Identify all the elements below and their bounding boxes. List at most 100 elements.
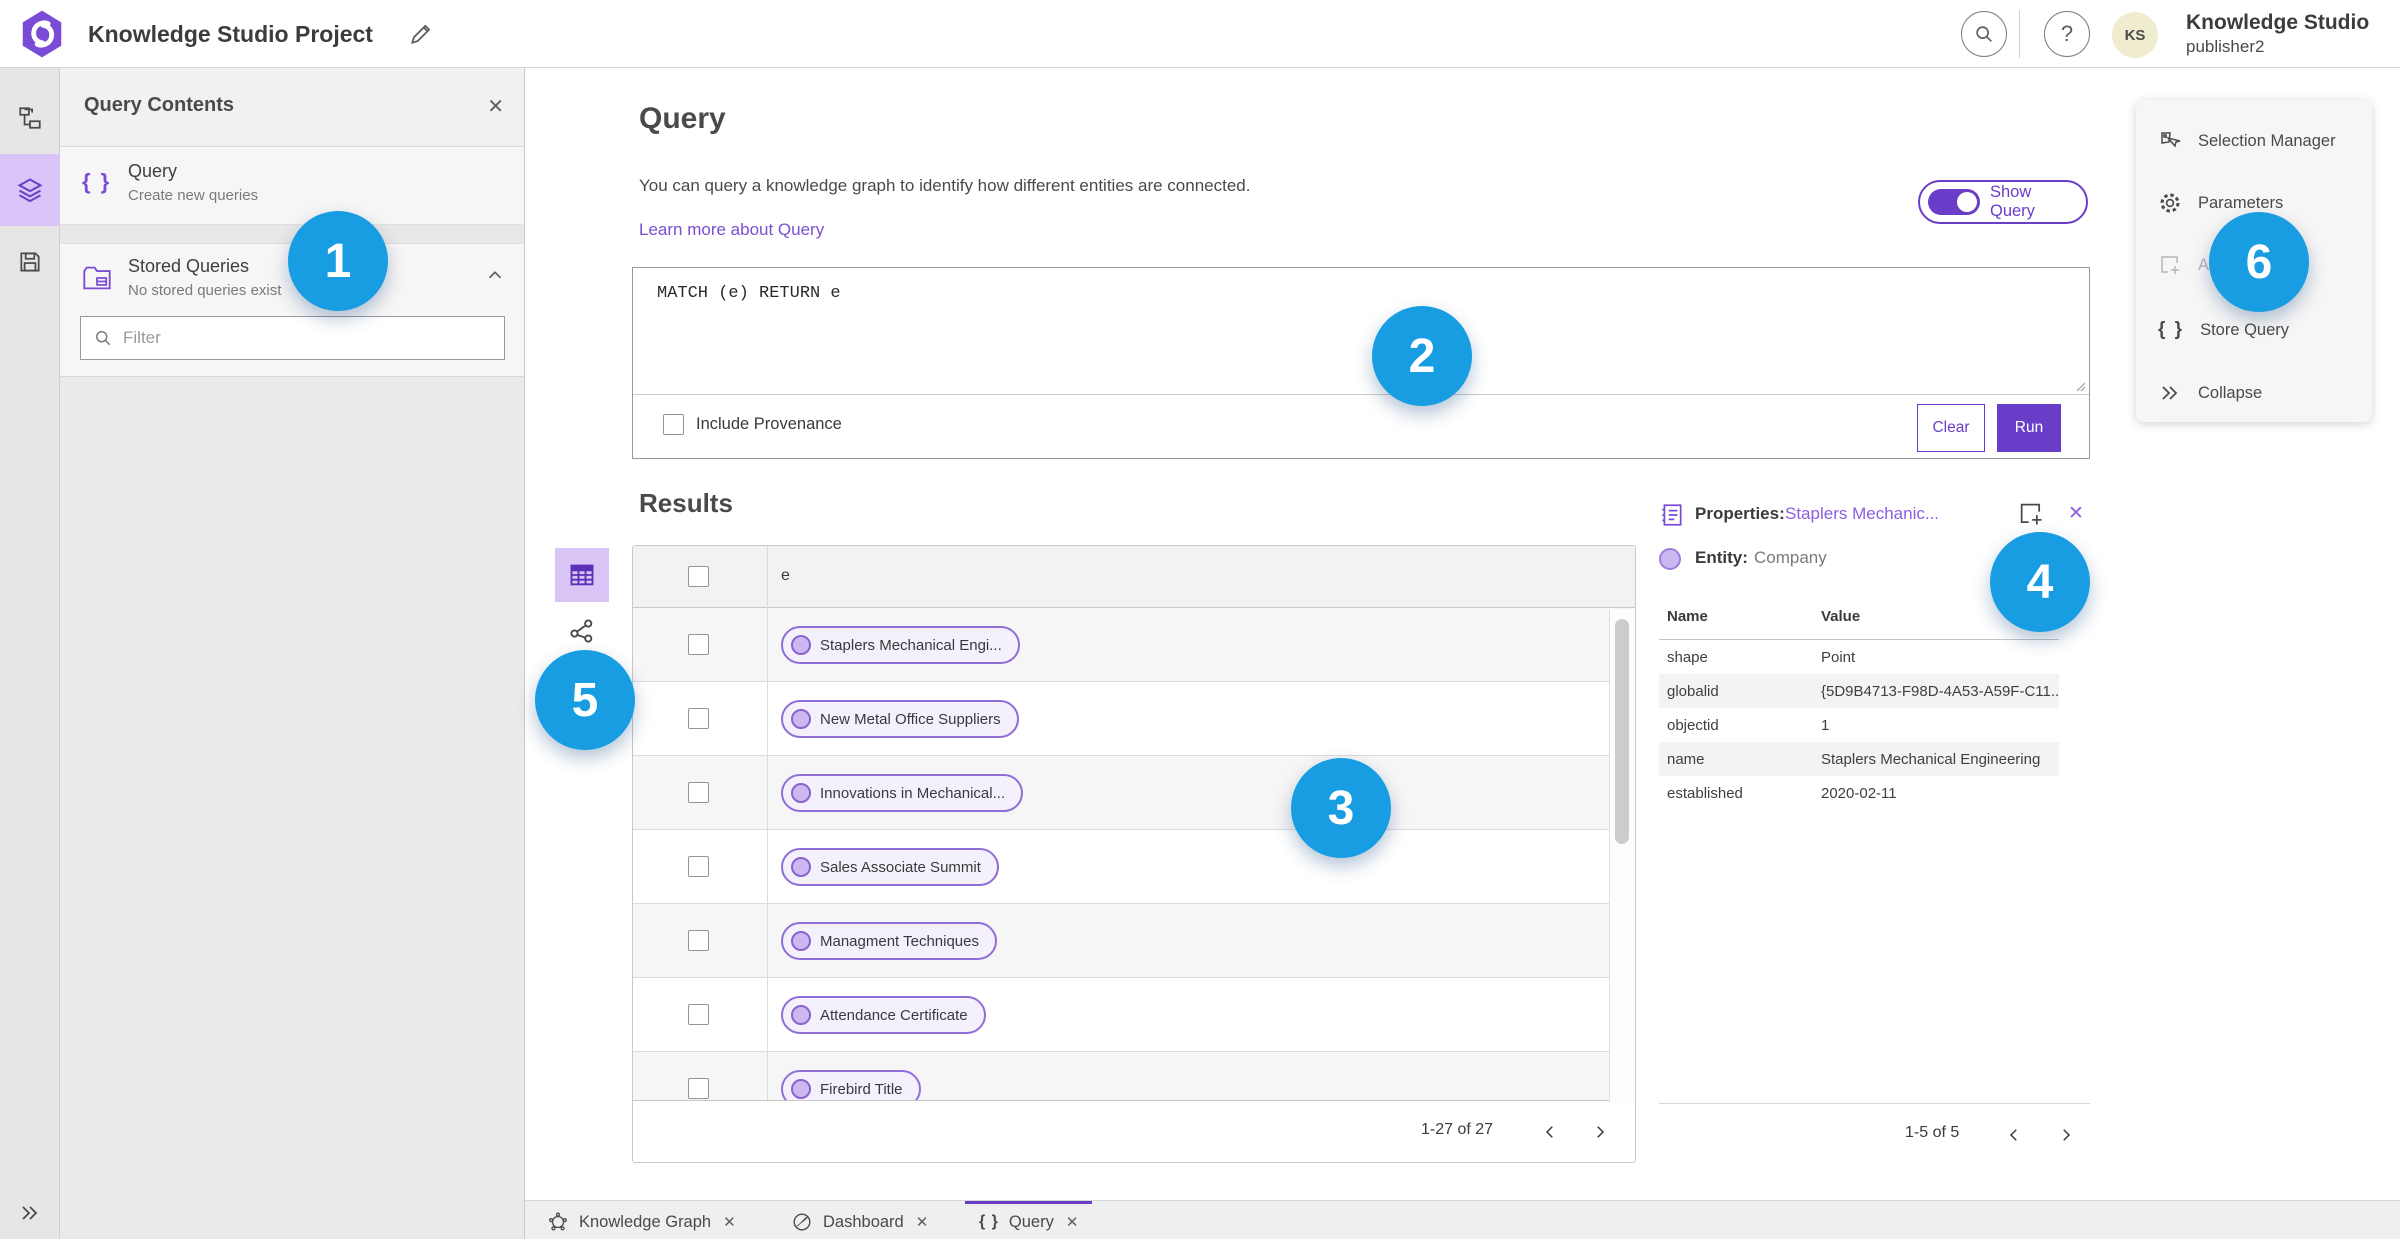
properties-prev-page-button[interactable] — [1999, 1120, 2029, 1150]
row-checkbox[interactable] — [688, 1004, 709, 1025]
view-tab-bar: Knowledge Graph ✕ Dashboard ✕ { } Query … — [525, 1200, 2400, 1239]
column-header-e: e — [781, 567, 790, 584]
app-logo-icon[interactable] — [20, 9, 64, 59]
annotation-circle-2: 2 — [1372, 306, 1472, 406]
user-info: Knowledge Studio publisher2 — [2186, 10, 2369, 58]
row-checkbox[interactable] — [688, 1078, 709, 1099]
table-row: Innovations in Mechanical... — [633, 756, 1635, 830]
top-bar: Knowledge Studio Project ? KS Knowledge … — [0, 0, 2400, 68]
braces-icon: { } — [979, 1213, 999, 1230]
entity-chip[interactable]: Firebird Title — [781, 1070, 921, 1102]
entity-dot-icon — [791, 709, 811, 729]
page-title: Query — [639, 102, 726, 135]
results-page-range: 1-27 of 27 — [1421, 1121, 1494, 1138]
rail-item-save[interactable] — [0, 226, 60, 298]
help-button[interactable]: ? — [2044, 11, 2090, 57]
selection-manager-icon — [2161, 132, 2181, 148]
rail-expand-button[interactable] — [0, 1193, 60, 1233]
property-row: established 2020-02-11 — [1667, 784, 1897, 802]
chevron-left-icon — [1545, 1126, 1553, 1138]
show-query-toggle[interactable]: Show Query — [1918, 180, 2088, 224]
row-checkbox[interactable] — [688, 708, 709, 729]
chevron-up-icon[interactable] — [484, 264, 506, 286]
search-icon — [1976, 26, 1992, 42]
annotation-circle-4: 4 — [1990, 532, 2090, 632]
query-view: Query You can query a knowledge graph to… — [525, 68, 2400, 1200]
braces-icon: { } — [82, 169, 112, 194]
properties-next-page-button[interactable] — [2051, 1120, 2081, 1150]
row-checkbox[interactable] — [688, 634, 709, 655]
save-icon — [20, 252, 40, 272]
prop-col-value: Value — [1821, 608, 1861, 625]
results-prev-page-button[interactable] — [1535, 1117, 1565, 1147]
link-chart-icon — [570, 619, 593, 643]
properties-pagination: 1-5 of 5 — [1659, 1103, 2090, 1159]
link-chart-view-button[interactable] — [567, 616, 597, 646]
filter-input[interactable] — [123, 328, 483, 348]
table-row: Firebird Title — [633, 1052, 1635, 1102]
tab-dashboard[interactable]: Dashboard ✕ — [777, 1201, 942, 1239]
tab-query[interactable]: { } Query ✕ — [965, 1201, 1093, 1239]
sidebar-close-icon[interactable]: ✕ — [487, 94, 504, 119]
entity-dot-icon — [791, 1079, 811, 1099]
row-checkbox[interactable] — [688, 930, 709, 951]
search-button[interactable] — [1961, 11, 2007, 57]
add-to-map-icon — [2161, 256, 2179, 274]
table-row: New Metal Office Suppliers — [633, 682, 1635, 756]
tab-knowledge-graph[interactable]: Knowledge Graph ✕ — [533, 1201, 750, 1239]
close-tab-icon[interactable]: ✕ — [1066, 1213, 1079, 1231]
properties-entity-link[interactable]: Staplers Mechanic... — [1785, 504, 1939, 524]
chevron-right-icon — [2063, 1129, 2071, 1141]
rail-item-layers[interactable] — [0, 154, 60, 226]
entity-dot-icon — [791, 783, 811, 803]
select-all-checkbox[interactable] — [688, 566, 709, 587]
entity-chip[interactable]: Innovations in Mechanical... — [781, 774, 1024, 812]
project-title: Knowledge Studio Project — [88, 21, 373, 47]
column-divider — [767, 546, 768, 1100]
results-next-page-button[interactable] — [1585, 1117, 1615, 1147]
row-checkbox[interactable] — [688, 856, 709, 877]
query-description: You can query a knowledge graph to ident… — [639, 176, 1251, 195]
entity-chip[interactable]: Staplers Mechanical Engi... — [781, 626, 1020, 664]
scrollbar-thumb[interactable] — [1615, 619, 1629, 844]
entity-dot-icon — [791, 635, 811, 655]
entity-chip[interactable]: Attendance Certificate — [781, 996, 986, 1034]
query-code-input[interactable]: MATCH (e) RETURN e — [657, 284, 841, 303]
entity-chip[interactable]: New Metal Office Suppliers — [781, 700, 1019, 738]
close-tab-icon[interactable]: ✕ — [723, 1213, 736, 1231]
include-provenance-checkbox[interactable] — [663, 414, 684, 435]
close-tab-icon[interactable]: ✕ — [916, 1213, 929, 1231]
entity-chip[interactable]: Sales Associate Summit — [781, 848, 999, 886]
hierarchy-icon — [19, 107, 41, 129]
include-provenance-option[interactable]: Include Provenance — [663, 414, 842, 435]
properties-title: Properties: — [1695, 504, 1785, 523]
results-table-header: e — [633, 546, 1635, 608]
edit-title-icon[interactable] — [408, 21, 434, 47]
clear-button[interactable]: Clear — [1917, 404, 1985, 452]
row-checkbox[interactable] — [688, 782, 709, 803]
sidebar-item-query[interactable]: { } Query Create new queries — [60, 147, 524, 225]
table-scrollbar — [1609, 609, 1635, 1102]
sidebar-title: Query Contents — [84, 94, 235, 116]
rail-item-hierarchy[interactable] — [0, 82, 60, 154]
resize-handle[interactable] — [2072, 378, 2086, 392]
toggle-switch[interactable] — [1928, 189, 1980, 215]
add-to-map-icon[interactable] — [2017, 500, 2045, 528]
annotation-circle-3: 3 — [1291, 758, 1391, 858]
table-row: Attendance Certificate — [633, 978, 1635, 1052]
selection-manager-item[interactable]: Selection Manager — [2136, 118, 2372, 164]
properties-close-icon[interactable]: ✕ — [2068, 502, 2084, 525]
table-view-button[interactable] — [555, 548, 609, 602]
table-row: Managment Techniques — [633, 904, 1635, 978]
entity-dot-icon — [791, 1005, 811, 1025]
properties-icon — [1662, 504, 1682, 526]
store-query-item[interactable]: { } Store Query — [2136, 307, 2372, 353]
run-button[interactable]: Run — [1997, 404, 2061, 452]
learn-more-link[interactable]: Learn more about Query — [639, 220, 824, 240]
entity-chip[interactable]: Managment Techniques — [781, 922, 997, 960]
properties-table: Name Value shape Point globalid {5D9B471… — [1659, 608, 2059, 810]
avatar[interactable]: KS — [2112, 12, 2158, 58]
chevron-left-icon — [2009, 1129, 2017, 1141]
collapse-item[interactable]: Collapse — [2136, 370, 2372, 416]
user-org: Knowledge Studio — [2186, 11, 2370, 34]
